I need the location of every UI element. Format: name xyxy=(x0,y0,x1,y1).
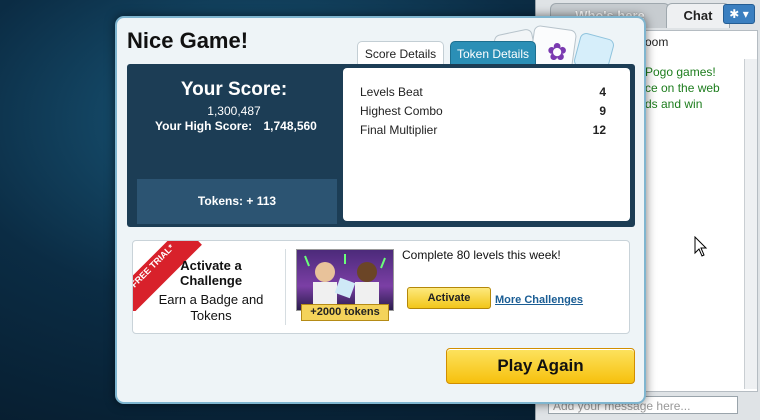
score-details-list: Levels Beat 4 Highest Combo 9 Final Mult… xyxy=(343,68,630,221)
score-value: 1,300,487 xyxy=(207,104,261,118)
tab-score-details[interactable]: Score Details xyxy=(357,41,444,66)
dialog-title: Nice Game! xyxy=(127,28,249,53)
play-again-button[interactable]: Play Again xyxy=(446,348,635,384)
game-over-dialog: Nice Game! ✿ Score Details Token Details… xyxy=(115,16,646,404)
challenge-image-icon xyxy=(296,249,394,311)
mouse-cursor-icon xyxy=(694,236,708,257)
tab-token-details[interactable]: Token Details xyxy=(450,41,536,66)
detail-value: 12 xyxy=(592,123,606,137)
svg-text:✿: ✿ xyxy=(547,38,567,66)
divider xyxy=(285,249,286,325)
gear-icon: ✱ xyxy=(729,7,740,21)
chat-message-line: ds and win xyxy=(645,97,703,111)
detail-value: 9 xyxy=(599,104,606,118)
detail-label: Highest Combo xyxy=(360,104,443,118)
high-score-label: Your High Score: xyxy=(155,119,253,133)
detail-label: Final Multiplier xyxy=(360,123,438,137)
chat-message-line: Pogo games! xyxy=(645,65,716,79)
score-summary: Your Score: 1,300,487 Your High Score: 1… xyxy=(127,64,341,227)
more-challenges-link[interactable]: More Challenges xyxy=(495,294,583,306)
tab-chat[interactable]: Chat xyxy=(666,3,730,28)
challenge-subtext: Earn a Badge and Tokens xyxy=(158,292,264,323)
chat-message: Pogo games! ce on the web ds and win xyxy=(645,64,750,112)
chevron-down-icon: ▾ xyxy=(742,7,749,21)
detail-row: Levels Beat 4 xyxy=(360,85,606,99)
detail-value: 4 xyxy=(599,85,606,99)
score-panel: Your Score: 1,300,487 Your High Score: 1… xyxy=(127,64,635,227)
challenge-description: Complete 80 levels this week! xyxy=(402,248,561,262)
tokens-earned: Tokens: + 113 xyxy=(137,179,337,224)
chat-scrollbar[interactable] xyxy=(744,59,757,389)
detail-label: Levels Beat xyxy=(360,85,423,99)
high-score-value: 1,748,560 xyxy=(263,119,317,133)
your-score-heading: Your Score: xyxy=(180,79,288,100)
token-reward-badge: +2000 tokens xyxy=(301,304,389,321)
detail-row: Final Multiplier 12 xyxy=(360,123,606,137)
chat-room-label: oom xyxy=(645,35,669,49)
activate-button[interactable]: Activate xyxy=(407,287,491,309)
challenge-heading: Activate a Challenge xyxy=(179,258,243,288)
detail-row: Highest Combo 9 xyxy=(360,104,606,118)
chat-settings-button[interactable]: ✱ ▾ xyxy=(723,4,755,24)
high-score: Your High Score: 1,748,560 xyxy=(155,119,317,133)
chat-message-line: ce on the web xyxy=(645,81,720,95)
challenge-panel: FREE TRIAL* Activate a Challenge Earn a … xyxy=(132,240,630,334)
